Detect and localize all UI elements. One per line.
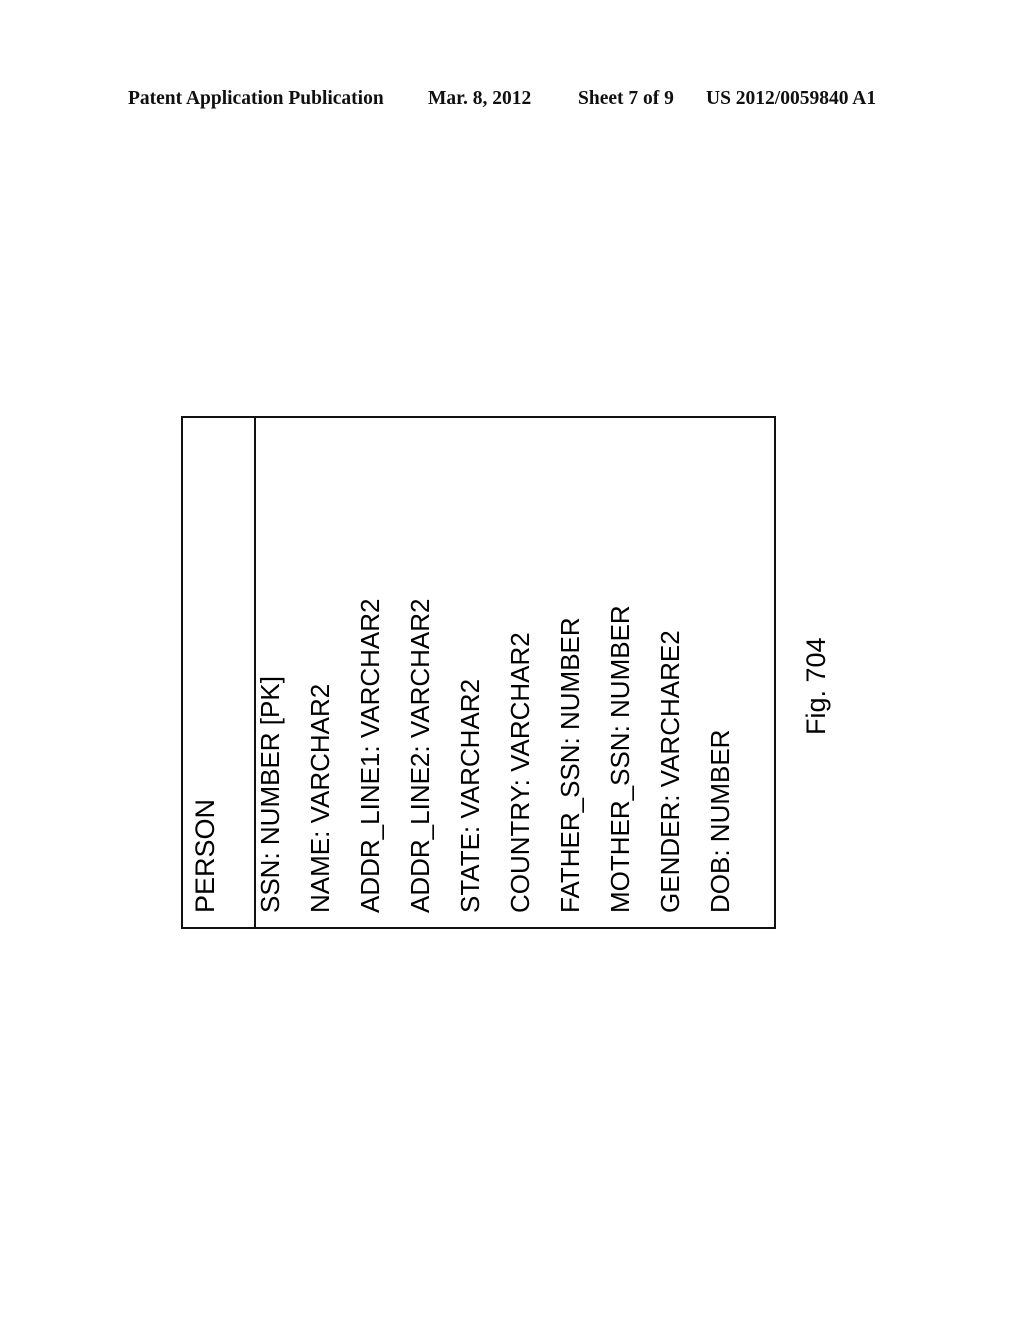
- attribute-label: MOTHER_SSN: NUMBER: [605, 605, 635, 913]
- attribute-label: ADDR_LINE1: VARCHAR2: [355, 598, 385, 913]
- figure-area: PERSON SSN: NUMBER [PK] NAME: VARCHAR2 A…: [0, 0, 1024, 1320]
- attribute-label: ADDR_LINE2: VARCHAR2: [405, 598, 435, 913]
- attribute-label: FATHER_SSN: NUMBER: [555, 617, 585, 913]
- entity-name-label: PERSON: [190, 798, 220, 913]
- entity-title-compartment: PERSON: [183, 418, 256, 927]
- attribute-label: COUNTRY: VARCHAR2: [505, 632, 535, 913]
- attribute-label: GENDER: VARCHARE2: [655, 630, 685, 913]
- entity-attributes-compartment: SSN: NUMBER [PK] NAME: VARCHAR2 ADDR_LIN…: [255, 418, 774, 927]
- figure-caption-label: Fig. 704: [801, 637, 831, 735]
- attribute-label: STATE: VARCHAR2: [455, 678, 485, 913]
- attribute-label: NAME: VARCHAR2: [305, 683, 335, 913]
- attribute-label: DOB: NUMBER: [705, 729, 735, 913]
- attribute-label: SSN: NUMBER [PK]: [255, 676, 285, 913]
- entity-box-person: PERSON SSN: NUMBER [PK] NAME: VARCHAR2 A…: [181, 416, 776, 929]
